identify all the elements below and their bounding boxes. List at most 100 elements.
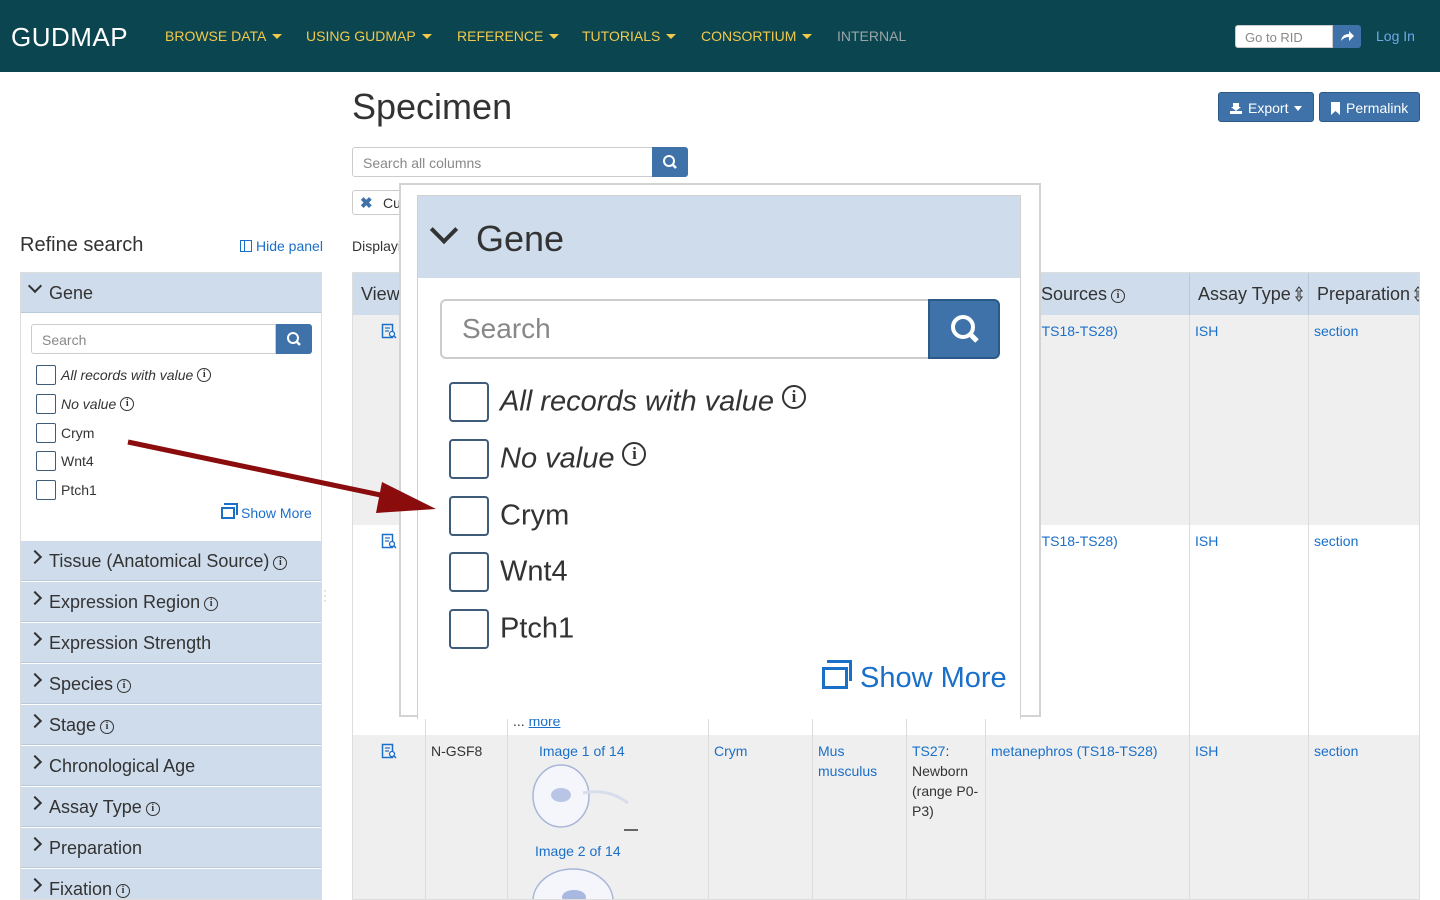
go-to-rid-button[interactable]	[1333, 25, 1361, 48]
facet-species-header[interactable]: Species i	[21, 664, 321, 704]
checkbox[interactable]	[449, 382, 489, 422]
refine-search-title: Refine search	[20, 234, 144, 256]
checkbox[interactable]	[449, 496, 489, 536]
assay-type-link[interactable]: ISH	[1195, 531, 1218, 551]
assay-type-link[interactable]: ISH	[1195, 321, 1218, 341]
checkbox[interactable]	[449, 439, 489, 479]
chevron-right-icon	[27, 590, 43, 606]
facet-assay-type-header[interactable]: Assay Type i	[21, 787, 321, 827]
zoom-option-no-value[interactable]: No value i	[449, 439, 647, 479]
preparation-link[interactable]: section	[1314, 741, 1358, 761]
preparation-link[interactable]: section	[1314, 531, 1358, 551]
stage-cell: TS27: Newborn (range P0- P3)	[912, 743, 979, 819]
chevron-right-icon	[27, 877, 43, 893]
column-header-preparation[interactable]: Preparation	[1309, 273, 1420, 315]
view-details-icon[interactable]	[381, 323, 397, 339]
divider	[507, 717, 508, 899]
divider	[1308, 315, 1309, 899]
specimen-thumbnail-image[interactable]	[528, 763, 638, 833]
preparation-link[interactable]: section	[1314, 321, 1358, 341]
view-details-icon[interactable]	[381, 533, 397, 549]
gene-search-button[interactable]	[276, 324, 312, 354]
zoom-option-all-records[interactable]: All records with value i	[449, 382, 806, 422]
nav-using-gudmap[interactable]: USING GUDMAP	[306, 28, 432, 44]
column-header-assay-type[interactable]: Assay Type	[1190, 273, 1309, 315]
checkbox[interactable]	[36, 451, 56, 471]
facet-preparation-header[interactable]: Preparation	[21, 828, 321, 868]
zoom-gene-search-button[interactable]	[928, 299, 1000, 359]
view-details-icon[interactable]	[381, 743, 397, 759]
panel-resize-handle[interactable]: · · ·	[323, 584, 327, 606]
divider	[1189, 315, 1190, 899]
go-to-rid-input[interactable]: Go to RID	[1235, 25, 1333, 48]
zoom-gene-header[interactable]: Gene	[418, 196, 1020, 278]
facet-gene-header[interactable]: Gene	[21, 273, 321, 313]
search-all-columns-input[interactable]: Search all columns	[352, 147, 653, 177]
page-title: Specimen	[352, 86, 513, 127]
zoomed-gene-facet-callout: Gene Search All records with value i No v…	[399, 183, 1041, 719]
sort-icon[interactable]	[1294, 286, 1303, 302]
checkbox[interactable]	[36, 394, 56, 414]
top-navbar: GUDMAP BROWSE DATA USING GUDMAP REFERENC…	[0, 0, 1440, 72]
species-link[interactable]: Mus musculus	[818, 741, 877, 781]
nav-consortium[interactable]: CONSORTIUM	[701, 28, 813, 44]
zoom-option-wnt4[interactable]: Wnt4	[449, 552, 568, 592]
brand-logo[interactable]: GUDMAP	[11, 22, 128, 53]
gene-link[interactable]: Crym	[714, 741, 747, 761]
gene-search-input[interactable]: Search	[31, 324, 276, 354]
hide-panel-link[interactable]: Hide panel	[240, 238, 323, 254]
facet-tissue-header[interactable]: Tissue (Anatomical Source) i	[21, 541, 321, 581]
checkbox[interactable]	[449, 552, 489, 592]
anatomical-source-link[interactable]: metanephros (TS18-TS28)	[991, 741, 1158, 761]
zoom-option-ptch1[interactable]: Ptch1	[449, 609, 574, 649]
facet-panel: Gene Search All records with value i No v…	[20, 272, 322, 900]
facet-fixation-header[interactable]: Fixation i	[21, 869, 321, 899]
nav-browse-data[interactable]: BROWSE DATA	[165, 28, 283, 44]
chevron-down-icon	[429, 215, 459, 245]
caret-down-icon	[421, 34, 432, 39]
export-button[interactable]: Export	[1218, 92, 1314, 122]
gene-option-ptch1[interactable]: Ptch1	[36, 480, 97, 500]
chevron-right-icon	[27, 713, 43, 729]
facet-expression-region-header[interactable]: Expression Region i	[21, 582, 321, 622]
show-more-link[interactable]: Show More	[221, 503, 312, 521]
caret-down-icon	[549, 34, 560, 39]
divider	[812, 717, 813, 899]
checkbox[interactable]	[36, 480, 56, 500]
assay-type-link[interactable]: ISH	[1195, 741, 1218, 761]
bookmark-icon	[1331, 102, 1340, 115]
image-link-2[interactable]: Image 2 of 14	[535, 841, 621, 861]
checkbox[interactable]	[36, 423, 56, 443]
search-icon	[951, 315, 979, 343]
gene-option-wnt4[interactable]: Wnt4	[36, 451, 94, 471]
nav-internal[interactable]: INTERNAL	[837, 28, 906, 44]
nav-reference[interactable]: REFERENCE	[457, 28, 560, 44]
facet-stage-header[interactable]: Stage i	[21, 705, 321, 745]
info-icon: i	[622, 441, 647, 466]
search-button[interactable]	[652, 147, 688, 177]
gene-option-all-records[interactable]: All records with value i	[36, 365, 212, 385]
info-icon: i	[116, 884, 131, 898]
search-icon	[663, 155, 677, 169]
panel-icon	[240, 240, 252, 252]
permalink-button[interactable]: Permalink	[1319, 92, 1420, 122]
checkbox[interactable]	[449, 609, 489, 649]
facet-expression-strength-header[interactable]: Expression Strength	[21, 623, 321, 663]
facet-chronological-age-header[interactable]: Chronological Age	[21, 746, 321, 786]
specimen-id: N-GSF8	[431, 743, 483, 759]
gene-option-no-value[interactable]: No value i	[36, 394, 135, 414]
stage-link[interactable]: TS27	[912, 743, 945, 759]
zoom-show-more-link[interactable]: Show More	[822, 660, 1007, 695]
checkbox[interactable]	[36, 365, 56, 385]
image-link-1[interactable]: Image 1 of 14	[539, 741, 625, 761]
gene-option-crym[interactable]: Crym	[36, 423, 94, 443]
caret-down-icon	[802, 34, 813, 39]
remove-filter-icon[interactable]: ✖	[360, 194, 373, 212]
login-link[interactable]: Log In	[1376, 28, 1415, 44]
chevron-right-icon	[27, 631, 43, 647]
sort-icon[interactable]	[1414, 286, 1420, 302]
zoom-gene-search-input[interactable]: Search	[440, 299, 930, 359]
nav-tutorials[interactable]: TUTORIALS	[582, 28, 677, 44]
specimen-thumbnail-image[interactable]	[528, 861, 638, 900]
zoom-option-crym[interactable]: Crym	[449, 496, 569, 536]
